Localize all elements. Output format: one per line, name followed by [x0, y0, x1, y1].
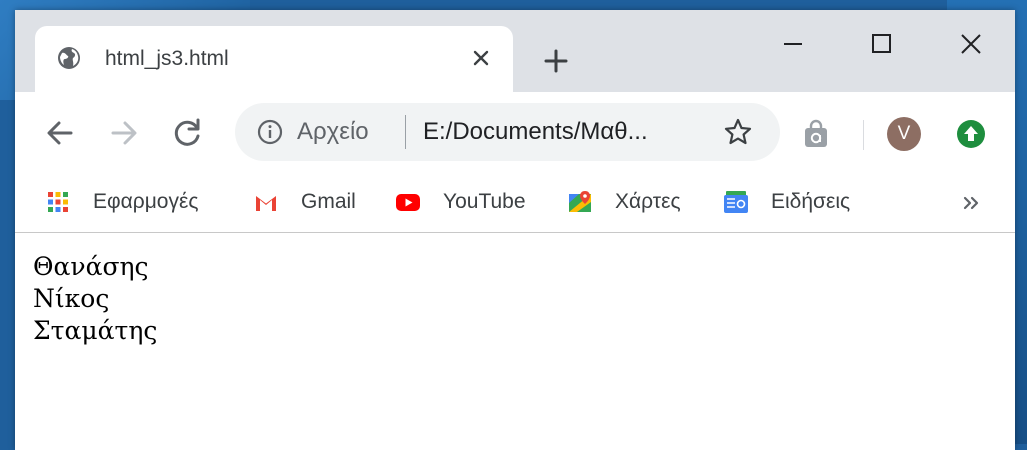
close-tab-icon[interactable] [467, 44, 495, 72]
bookmark-label: Χάρτες [615, 190, 681, 213]
close-window-icon[interactable] [951, 24, 991, 64]
news-icon [724, 191, 748, 213]
more-bookmarks-chevron-icon[interactable] [959, 191, 983, 215]
bookmark-label: Ειδήσεις [771, 190, 851, 213]
back-arrow-icon[interactable] [41, 114, 79, 152]
reload-icon[interactable] [169, 114, 207, 152]
tab-title: html_js3.html [105, 47, 229, 70]
bookmarks-bar: Εφαρμογές Gmail YouTube Χάρτες Ειδήσεις [15, 174, 1015, 233]
scheme-label: Αρχείο [297, 118, 369, 145]
tab-active[interactable]: html_js3.html [35, 26, 513, 92]
name-item: Σταμάτης [33, 316, 158, 345]
bookmark-label: YouTube [443, 190, 526, 213]
bookmark-label: Gmail [301, 190, 356, 213]
url-text[interactable]: E:/Documents/Μαθ... [423, 118, 648, 146]
address-separator [405, 115, 406, 149]
browser-window: html_js3.html Αρχείο E:/Documents/Μαθ...… [15, 10, 1015, 450]
new-tab-icon[interactable] [541, 46, 571, 76]
apps-grid-icon [48, 192, 68, 212]
globe-icon [58, 47, 80, 69]
toolbar: Αρχείο E:/Documents/Μαθ... V [15, 92, 1015, 174]
address-bar[interactable]: Αρχείο E:/Documents/Μαθ... [235, 103, 780, 161]
bookmark-label: Εφαρμογές [93, 190, 199, 213]
name-item: Νίκος [33, 284, 110, 313]
forward-arrow-icon[interactable] [105, 114, 143, 152]
star-icon[interactable] [723, 117, 753, 147]
minimize-icon[interactable] [773, 24, 813, 64]
youtube-icon [396, 194, 420, 211]
toolbar-separator [863, 120, 864, 150]
update-icon[interactable] [955, 118, 987, 150]
maps-icon [569, 191, 591, 212]
tab-strip: html_js3.html [15, 10, 1015, 92]
name-item: Θανάσης [33, 252, 149, 281]
info-icon[interactable] [257, 119, 283, 145]
profile-avatar[interactable]: V [887, 117, 921, 151]
names-list: Θανάσης Νίκος Σταμάτης [33, 251, 157, 347]
gmail-icon [255, 194, 277, 211]
extension-bag-icon[interactable] [800, 118, 832, 150]
maximize-icon[interactable] [861, 24, 901, 64]
page-content: Θανάσης Νίκος Σταμάτης [15, 233, 1015, 450]
